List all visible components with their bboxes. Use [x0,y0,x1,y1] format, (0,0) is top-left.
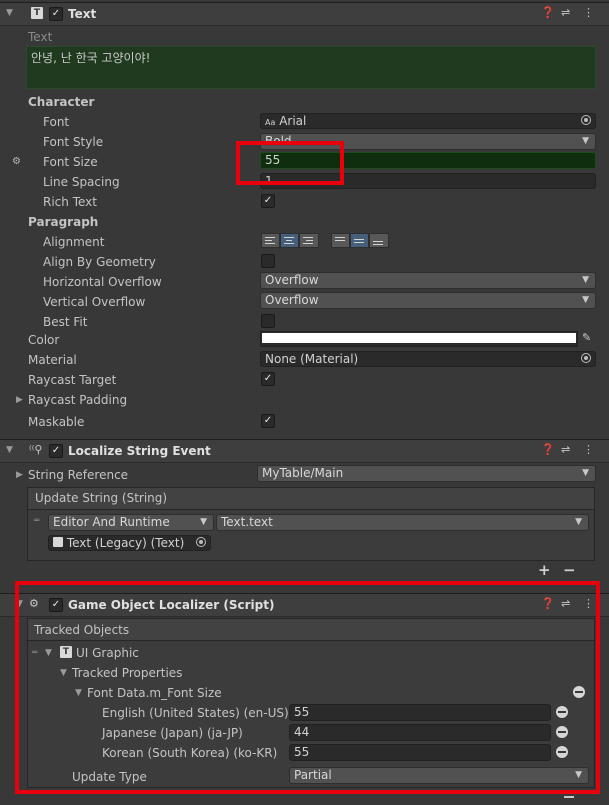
override-indicator-icon: ⚙ [12,156,21,167]
object-picker-icon[interactable] [581,353,591,363]
text-enabled-checkbox[interactable]: ✓ [49,7,63,21]
localize-string-event-header[interactable]: ▼ ⁽⁽⚲ ✓ Localize String Event ❓ ⇌ ⋮ [0,439,609,463]
font-style-label: Font Style [43,135,104,149]
string-reference-value: MyTable/Main [262,466,344,480]
raycast-target-checkbox[interactable]: ✓ [261,372,275,386]
font-value: Arial [279,114,307,128]
align-by-geometry-checkbox[interactable] [261,254,275,268]
localizer-highlight-box [15,581,600,794]
material-value: None (Material) [265,352,359,366]
text-field-label: Text [28,30,53,44]
vertical-overflow-value: Overflow [265,293,319,307]
raycast-target-label: Raycast Target [28,373,117,387]
color-field[interactable] [260,331,578,347]
runtime-mode-dropdown[interactable]: Editor And Runtime ▼ [48,514,214,531]
dropdown-arrow-icon: ▼ [200,517,207,527]
object-picker-icon[interactable] [196,537,206,547]
dropdown-arrow-icon: ▼ [582,275,589,285]
dropdown-arrow-icon: ▼ [575,517,582,527]
maskable-checkbox[interactable]: ✓ [261,414,275,428]
foldout-arrow-icon[interactable]: ▼ [6,445,13,455]
align-left-button[interactable] [261,233,280,248]
align-bottom-button[interactable] [369,233,389,248]
localize-string-icon: ⁽⁽⚲ [29,443,43,456]
more-menu-icon[interactable]: ⋮ [583,443,594,456]
horizontal-overflow-label: Horizontal Overflow [43,275,162,289]
function-value: Text.text [221,515,273,529]
best-fit-label: Best Fit [43,315,88,329]
foldout-arrow-icon[interactable]: ▼ [6,8,13,18]
component-title: Localize String Event [68,444,211,458]
add-listener-button[interactable]: + [538,561,551,579]
dropdown-arrow-icon: ▼ [582,295,589,305]
font-size-label: Font Size [43,155,98,169]
help-icon[interactable]: ❓ [541,6,555,19]
paragraph-section-label: Paragraph [28,215,99,229]
color-swatch [262,333,576,343]
string-reference-label[interactable]: String Reference [28,468,128,482]
vertical-overflow-label: Vertical Overflow [43,295,146,309]
text-area[interactable]: 안녕, 난 한국 고양이야! [26,46,596,89]
update-string-label: Update String (String) [35,491,168,505]
horizontal-overflow-value: Overflow [265,273,319,287]
update-string-event-panel: Update String (String) ═ Editor And Runt… [27,487,595,561]
string-reference-dropdown[interactable]: MyTable/Main ▼ [257,465,596,482]
raycast-padding-label[interactable]: Raycast Padding [28,393,127,407]
runtime-mode-value: Editor And Runtime [53,515,170,529]
update-string-header: Update String (String) [28,488,594,510]
rich-text-checkbox[interactable]: ✓ [261,194,275,208]
preset-icon[interactable]: ⇌ [561,443,570,456]
align-middle-button[interactable] [350,233,369,248]
eyedropper-icon[interactable]: ✎ [582,331,591,344]
help-icon[interactable]: ❓ [541,443,555,456]
character-section-label: Character [28,95,95,109]
localize-event-enabled-checkbox[interactable]: ✓ [49,444,63,458]
text-area-value: 안녕, 난 한국 고양이야! [31,51,151,65]
bottom-remove-button[interactable] [564,796,574,798]
target-object-field[interactable]: Text (Legacy) (Text) [48,535,211,551]
more-menu-icon[interactable]: ⋮ [583,6,594,19]
alignment-label: Alignment [43,235,105,249]
align-top-button[interactable] [331,233,350,248]
align-right-button[interactable] [299,233,319,248]
align-center-button[interactable] [280,233,299,248]
align-by-geometry-label: Align By Geometry [43,255,156,269]
remove-listener-button[interactable]: − [563,561,576,579]
dropdown-arrow-icon: ▼ [582,468,589,478]
preset-icon[interactable]: ⇌ [561,6,570,19]
drag-handle-icon[interactable]: ═ [34,516,39,526]
font-object-field[interactable]: Aa Arial [260,113,596,129]
text-component-header[interactable]: ▼ T ✓ Text ❓ ⇌ ⋮ [0,2,609,26]
material-label: Material [28,353,77,367]
string-reference-foldout-icon[interactable]: ▶ [16,470,23,480]
raycast-padding-foldout-icon[interactable]: ▶ [16,395,23,405]
font-asset-icon: Aa [265,118,276,127]
object-picker-icon[interactable] [581,115,591,125]
target-value: Text (Legacy) (Text) [66,536,185,550]
dropdown-arrow-icon: ▼ [582,136,589,146]
vertical-overflow-dropdown[interactable]: Overflow ▼ [260,292,596,309]
best-fit-checkbox[interactable] [261,314,275,328]
rich-text-label: Rich Text [43,195,97,209]
font-size-highlight-box [236,141,344,185]
text-component-icon: T [31,7,43,19]
horizontal-overflow-dropdown[interactable]: Overflow ▼ [260,272,596,289]
function-dropdown[interactable]: Text.text ▼ [216,514,589,531]
material-object-field[interactable]: None (Material) [260,351,596,367]
font-label: Font [43,115,70,129]
maskable-label: Maskable [28,415,85,429]
line-spacing-label: Line Spacing [43,175,120,189]
component-title: Text [68,7,97,21]
color-label: Color [28,333,60,347]
text-component-icon [53,537,63,547]
